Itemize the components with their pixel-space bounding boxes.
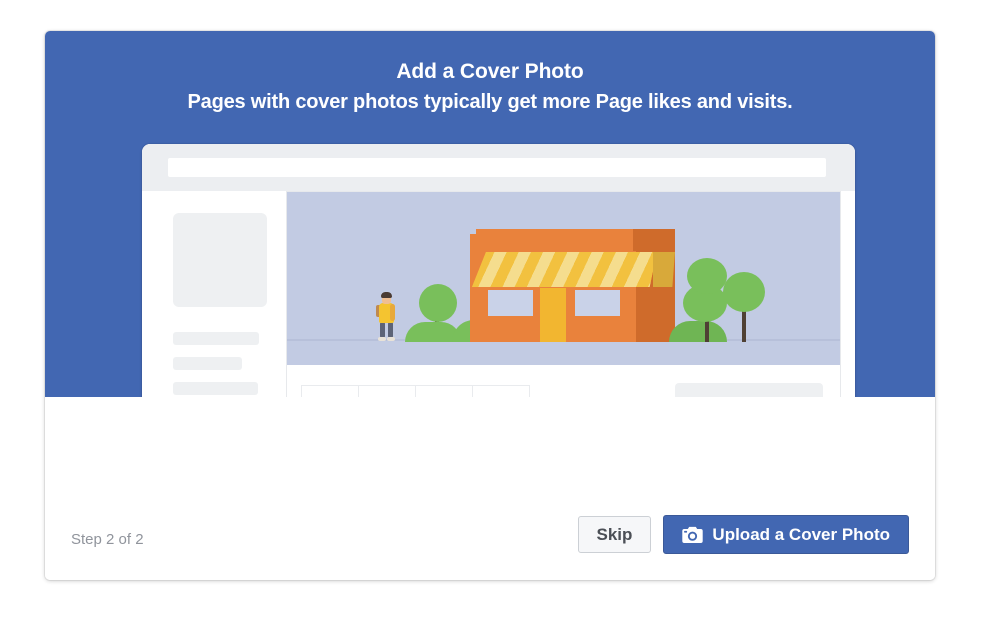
hair-shape — [381, 292, 392, 298]
shoe-shape — [378, 337, 386, 341]
cornice-notch — [470, 242, 480, 246]
preview-text-line — [173, 357, 242, 370]
tree-crown — [419, 284, 457, 322]
dialog-title: Add a Cover Photo — [396, 60, 584, 83]
browser-url-bar — [168, 158, 826, 177]
building-cornice-side — [633, 229, 675, 251]
preview-cover-photo-area — [287, 192, 840, 365]
dialog-footer: Step 2 of 2 Skip Upload a Cover Photo — [45, 397, 935, 580]
dialog-header-text: Add a Cover Photo Pages with cover photo… — [45, 58, 935, 117]
skip-button[interactable]: Skip — [577, 516, 652, 553]
step-indicator: Step 2 of 2 — [71, 531, 144, 548]
upload-button-label: Upload a Cover Photo — [712, 524, 890, 544]
leg-shape — [388, 322, 393, 338]
tree-crown — [723, 272, 765, 312]
awning-stripes — [472, 252, 657, 287]
upload-cover-photo-button[interactable]: Upload a Cover Photo — [663, 515, 909, 554]
cornice-notch — [470, 234, 480, 238]
storefront-illustration — [287, 192, 840, 365]
shoe-shape — [387, 337, 395, 341]
camera-icon — [682, 526, 704, 544]
person-figure — [376, 292, 398, 342]
arm-shape — [390, 304, 395, 321]
preview-text-line — [173, 332, 259, 345]
preview-avatar-placeholder — [173, 213, 267, 307]
tree-shape — [719, 272, 767, 342]
shop-door — [540, 288, 566, 342]
shop-window — [488, 290, 533, 316]
browser-chrome-bar — [142, 144, 855, 191]
dialog-subtitle: Pages with cover photos typically get mo… — [187, 91, 793, 113]
footer-actions: Skip Upload a Cover Photo — [577, 515, 909, 554]
storefront-building — [470, 224, 675, 342]
cornice-notch — [665, 234, 675, 238]
screen: Add a Cover Photo Pages with cover photo… — [0, 0, 981, 640]
awning-shadow — [653, 252, 675, 287]
shop-window — [575, 290, 620, 316]
leg-shape — [380, 322, 385, 338]
cornice-notch — [665, 242, 675, 246]
striped-awning — [472, 252, 657, 287]
preview-text-line — [173, 382, 258, 395]
add-cover-photo-dialog: Add a Cover Photo Pages with cover photo… — [45, 31, 935, 580]
